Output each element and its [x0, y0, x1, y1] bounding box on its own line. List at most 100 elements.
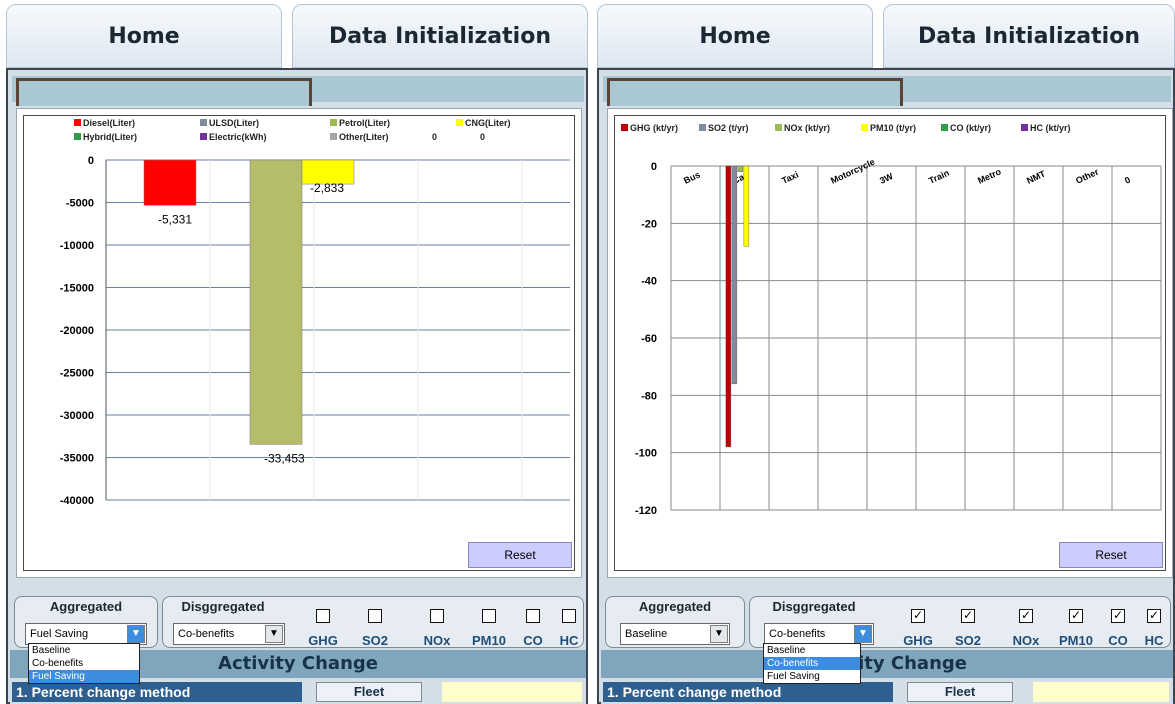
pollutant-label: SO2 — [954, 633, 981, 648]
disaggregated-select[interactable]: Co-benefits ▼ — [764, 623, 874, 645]
category-label: Train — [927, 168, 951, 186]
disaggregated-group: Disggregated Co-benefits ▼ GHG SO2 NOx P… — [162, 596, 584, 648]
y-tick-label: -60 — [641, 333, 657, 345]
y-tick-label: 0 — [651, 161, 657, 173]
aggregated-value: Baseline — [625, 628, 668, 640]
legend-label: Other(Liter) — [339, 132, 389, 142]
checkbox-hc[interactable]: ✓ — [1147, 609, 1161, 623]
percent-change-method[interactable]: 1. Percent change method — [12, 682, 302, 702]
bar-so2-car — [731, 165, 738, 385]
checkbox-nox[interactable] — [430, 609, 444, 623]
chevron-down-icon[interactable]: ▼ — [265, 625, 283, 643]
pollutant-co[interactable]: CO — [513, 609, 553, 648]
pollutant-ghg[interactable]: GHG — [303, 609, 343, 648]
percent-change-method[interactable]: 1. Percent change method — [603, 682, 893, 702]
legend-swatch — [621, 124, 628, 131]
fleet-button[interactable]: Fleet — [907, 682, 1013, 702]
legend-label: 0 — [480, 132, 485, 142]
category-label: Bus — [682, 170, 702, 186]
input-cell[interactable] — [442, 682, 582, 702]
tab-home[interactable]: Home — [597, 4, 873, 68]
dropdown-option-co-benefits[interactable]: Co-benefits — [764, 657, 860, 670]
legend-swatch — [200, 119, 207, 126]
legend-label: Diesel(Liter) — [83, 118, 135, 128]
legend-swatch — [200, 133, 207, 140]
chart-area: Diesel(Liter) ULSD(Liter) Petrol(Liter) CNG… — [23, 115, 575, 571]
disaggregated-label: Disggregated — [772, 599, 856, 614]
disaggregated-value: Co-benefits — [769, 628, 826, 640]
pollutant-label: CO — [523, 633, 543, 648]
y-tick-label: -40000 — [60, 495, 94, 507]
pollutant-hc[interactable]: HC — [549, 609, 588, 648]
tab-data-initialization[interactable]: Data Initialization — [292, 4, 588, 68]
pollutant-label: PM10 — [1059, 633, 1093, 648]
checkbox-so2[interactable]: ✓ — [961, 609, 975, 623]
pollutant-label: HC — [559, 633, 579, 648]
dropdown-option-fuel-saving[interactable]: Fuel Saving — [29, 670, 139, 683]
y-tick-label: -30000 — [60, 410, 94, 422]
pollutant-pm10[interactable]: ✓ PM10 — [1056, 609, 1096, 648]
tab-data-initialization[interactable]: Data Initialization — [883, 4, 1175, 68]
pollutant-pm10[interactable]: PM10 — [469, 609, 509, 648]
tab-home[interactable]: Home — [6, 4, 282, 68]
y-tick-label: 0 — [88, 155, 94, 167]
left-panel: Home Data Initialization Diesel(Liter) UL… — [0, 0, 588, 704]
category-label: 0 — [1123, 175, 1132, 186]
y-tick-label: -20 — [641, 218, 657, 230]
legend-label: Petrol(Liter) — [339, 118, 390, 128]
aggregated-group: Aggregated Fuel Saving ▼ — [14, 596, 158, 648]
legend-label: 0 — [432, 132, 437, 142]
chevron-down-icon[interactable]: ▼ — [127, 625, 145, 643]
legend-swatch — [330, 133, 337, 140]
disaggregated-dropdown: Baseline Co-benefits Fuel Saving — [763, 643, 861, 684]
pollutant-nox[interactable]: NOx — [417, 609, 457, 648]
pollutant-hc[interactable]: ✓ HC — [1134, 609, 1174, 648]
input-cell[interactable] — [1033, 682, 1169, 702]
bar-ghg-car — [725, 165, 732, 448]
chart-container: GHG (kt/yr) SO2 (t/yr) NOx (kt/yr) PM10 (t/… — [607, 108, 1173, 578]
checkbox-pm10[interactable]: ✓ — [1069, 609, 1083, 623]
dropdown-option-baseline[interactable]: Baseline — [29, 644, 139, 657]
pollutant-so2[interactable]: SO2 — [355, 609, 395, 648]
fleet-button[interactable]: Fleet — [316, 682, 422, 702]
checkbox-hc[interactable] — [562, 609, 576, 623]
dropdown-option-co-benefits[interactable]: Co-benefits — [29, 657, 139, 670]
disaggregated-group: Disggregated Co-benefits ▼ ✓ GHG ✓ SO2 ✓ NO… — [749, 596, 1171, 648]
aggregated-label: Aggregated — [638, 599, 712, 614]
legend-label: GHG (kt/yr) — [630, 123, 678, 133]
chevron-down-icon[interactable]: ▼ — [710, 625, 728, 643]
bar-pm10-car — [743, 165, 750, 247]
checkbox-so2[interactable] — [368, 609, 382, 623]
checkbox-co[interactable]: ✓ — [1111, 609, 1125, 623]
dropdown-option-baseline[interactable]: Baseline — [764, 644, 860, 657]
legend-label: Hybrid(Liter) — [83, 132, 137, 142]
legend-label: Electric(kWh) — [209, 132, 267, 142]
y-tick-label: -80 — [641, 390, 657, 402]
pollutant-ghg[interactable]: ✓ GHG — [898, 609, 938, 648]
checkbox-ghg[interactable]: ✓ — [911, 609, 925, 623]
disaggregated-select[interactable]: Co-benefits ▼ — [173, 623, 285, 645]
reset-button[interactable]: Reset — [1059, 542, 1163, 568]
y-tick-label: -25000 — [60, 368, 94, 380]
pollutant-so2[interactable]: ✓ SO2 — [948, 609, 988, 648]
legend-label: CNG(Liter) — [465, 118, 511, 128]
reset-button[interactable]: Reset — [468, 542, 572, 568]
checkbox-pm10[interactable] — [482, 609, 496, 623]
aggregated-label: Aggregated — [49, 599, 123, 614]
pollutant-label: HC — [1144, 633, 1164, 648]
y-tick-label: -100 — [635, 448, 657, 460]
pollutant-nox[interactable]: ✓ NOx — [1006, 609, 1046, 648]
aggregated-select[interactable]: Baseline ▼ — [620, 623, 730, 645]
pollutant-label: NOx — [423, 633, 451, 648]
dropdown-option-fuel-saving[interactable]: Fuel Saving — [764, 670, 860, 683]
activity-change-header: Activity Change — [601, 650, 1173, 678]
checkbox-ghg[interactable] — [316, 609, 330, 623]
chevron-down-icon[interactable]: ▼ — [854, 625, 872, 643]
checkbox-nox[interactable]: ✓ — [1019, 609, 1033, 623]
aggregated-select[interactable]: Fuel Saving ▼ — [25, 623, 147, 645]
pollutant-co[interactable]: ✓ CO — [1098, 609, 1138, 648]
legend-swatch — [74, 119, 81, 126]
checkbox-co[interactable] — [526, 609, 540, 623]
chart-container: Diesel(Liter) ULSD(Liter) Petrol(Liter) CNG… — [16, 108, 582, 578]
y-tick-label: -15000 — [60, 283, 94, 295]
